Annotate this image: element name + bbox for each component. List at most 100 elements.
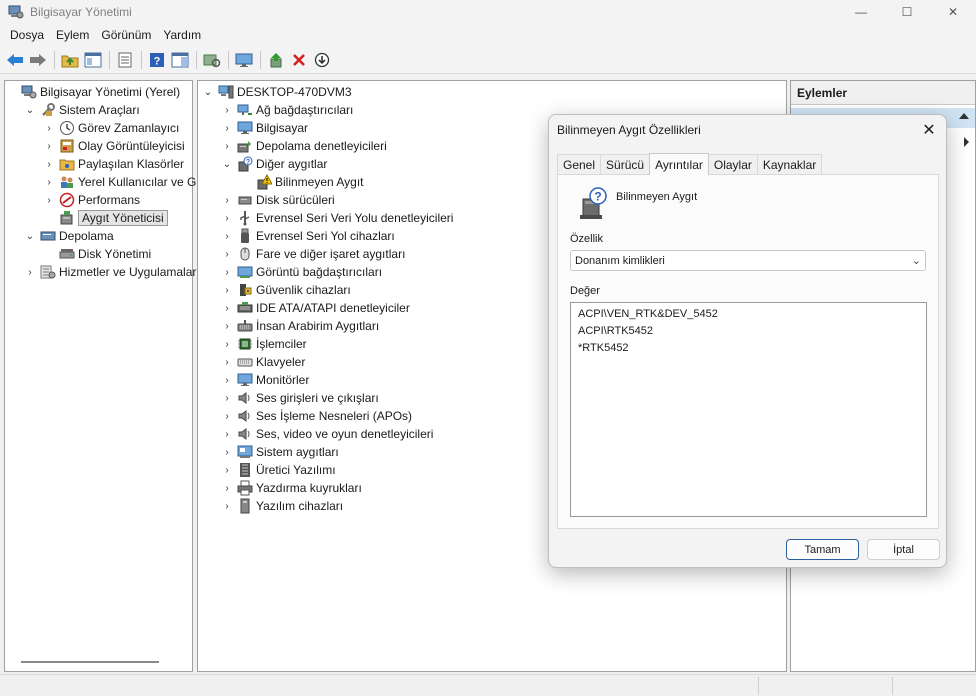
- expand-chevron-icon[interactable]: ›: [221, 428, 233, 440]
- display-button[interactable]: [233, 49, 255, 71]
- collapse-chevron-icon[interactable]: ⌄: [202, 86, 214, 98]
- device-tree-item[interactable]: › Bilgisayar: [221, 119, 308, 137]
- menu-file[interactable]: Dosya: [4, 28, 50, 42]
- device-tree-item[interactable]: › Klavyeler: [221, 353, 305, 371]
- collapse-chevron-icon[interactable]: ⌄: [24, 230, 36, 242]
- show-action-pane-button[interactable]: [169, 49, 191, 71]
- device-tree-item[interactable]: › Monitörler: [221, 371, 309, 389]
- dialog-close-button[interactable]: ✕: [920, 121, 938, 139]
- menu-view[interactable]: Görünüm: [95, 28, 157, 42]
- expand-chevron-icon[interactable]: ›: [221, 230, 233, 242]
- device-tree-item[interactable]: › Ses, video ve oyun denetleyicileri: [221, 425, 433, 443]
- expand-chevron-icon[interactable]: ›: [43, 158, 55, 170]
- device-tree-item[interactable]: › Yazdırma kuyrukları: [221, 479, 362, 497]
- forward-button[interactable]: [27, 49, 49, 71]
- device-tree-item[interactable]: › Yazılım cihazları: [221, 497, 343, 515]
- expand-chevron-icon[interactable]: ›: [221, 482, 233, 494]
- horizontal-scrollbar[interactable]: [21, 661, 159, 663]
- value-list-item[interactable]: ACPI\VEN_RTK&DEV_5452: [578, 306, 919, 323]
- collapse-chevron-icon[interactable]: ⌄: [221, 158, 233, 170]
- expand-chevron-icon[interactable]: ›: [43, 176, 55, 188]
- expand-chevron-icon[interactable]: ›: [43, 140, 55, 152]
- value-list-item[interactable]: *RTK5452: [578, 340, 919, 357]
- expand-chevron-icon[interactable]: ›: [221, 374, 233, 386]
- console-tree-item[interactable]: › Paylaşılan Klasörler: [43, 155, 184, 173]
- expand-chevron-icon[interactable]: ›: [43, 194, 55, 206]
- expand-chevron-icon[interactable]: ›: [24, 266, 36, 278]
- close-window-button[interactable]: ✕: [930, 0, 976, 24]
- property-dropdown[interactable]: Donanım kimlikleri ⌄: [570, 250, 926, 271]
- expand-chevron-icon[interactable]: ›: [221, 140, 233, 152]
- device-tree-item[interactable]: › Görüntü bağdaştırıcıları: [221, 263, 382, 281]
- disable-device-button[interactable]: [311, 49, 333, 71]
- device-tree-item[interactable]: › Ses girişleri ve çıkışları: [221, 389, 378, 407]
- menu-help[interactable]: Yardım: [157, 28, 207, 42]
- console-tree-pane[interactable]: Bilgisayar Yönetimi (Yerel) ⌄ Sistem Araçl…: [4, 80, 207, 672]
- expand-chevron-icon[interactable]: ›: [221, 410, 233, 422]
- device-tree-item[interactable]: › Fare ve diğer işaret aygıtları: [221, 245, 405, 263]
- device-tree-item[interactable]: › Ses İşleme Nesneleri (APOs): [221, 407, 412, 425]
- device-tree-item[interactable]: › İnsan Arabirim Aygıtları: [221, 317, 379, 335]
- expand-chevron-icon[interactable]: ›: [221, 446, 233, 458]
- ok-button[interactable]: Tamam: [786, 539, 859, 560]
- properties-button[interactable]: [114, 49, 136, 71]
- device-tree-item[interactable]: Bilinmeyen Aygıt: [240, 173, 364, 191]
- show-hide-tree-button[interactable]: [82, 49, 104, 71]
- expand-chevron-icon[interactable]: ›: [221, 212, 233, 224]
- expand-chevron-icon[interactable]: ›: [43, 122, 55, 134]
- collapse-up-icon[interactable]: [959, 113, 969, 119]
- expand-chevron-icon[interactable]: ›: [221, 338, 233, 350]
- up-one-level-button[interactable]: [59, 49, 81, 71]
- minimize-button[interactable]: —: [838, 0, 884, 24]
- collapse-chevron-icon[interactable]: ⌄: [24, 104, 36, 116]
- menu-action[interactable]: Eylem: [50, 28, 95, 42]
- expand-chevron-icon[interactable]: ›: [221, 500, 233, 512]
- console-tree-item[interactable]: › Olay Görüntüleyicisi: [43, 137, 184, 155]
- value-list-item[interactable]: ACPI\RTK5452: [578, 323, 919, 340]
- device-tree-item[interactable]: › IDE ATA/ATAPI denetleyiciler: [221, 299, 410, 317]
- more-actions-arrow-icon[interactable]: [964, 137, 969, 147]
- back-button[interactable]: [4, 49, 26, 71]
- tab-events[interactable]: Olaylar: [707, 154, 758, 175]
- expand-chevron-icon[interactable]: ›: [221, 248, 233, 260]
- device-tree-item[interactable]: › Evrensel Seri Veri Yolu denetleyicileri: [221, 209, 453, 227]
- value-list[interactable]: ACPI\VEN_RTK&DEV_5452 ACPI\RTK5452 *RTK5…: [570, 302, 927, 517]
- expand-chevron-icon[interactable]: ›: [221, 104, 233, 116]
- update-driver-button[interactable]: [265, 49, 287, 71]
- expand-chevron-icon[interactable]: ›: [221, 284, 233, 296]
- expand-chevron-icon[interactable]: ›: [221, 122, 233, 134]
- expand-chevron-icon[interactable]: ›: [221, 392, 233, 404]
- device-tree-item[interactable]: ⌄? Diğer aygıtlar: [221, 155, 327, 173]
- console-tree-item[interactable]: Disk Yönetimi: [43, 245, 151, 263]
- device-tree-item[interactable]: › Disk sürücüleri: [221, 191, 334, 209]
- console-tree-item[interactable]: ⌄ Sistem Araçları: [24, 101, 140, 119]
- tab-driver[interactable]: Sürücü: [600, 154, 651, 175]
- device-tree-item[interactable]: › Ağ bağdaştırıcıları: [221, 101, 353, 119]
- cancel-button[interactable]: İptal: [867, 539, 940, 560]
- device-tree-item[interactable]: › İşlemciler: [221, 335, 306, 353]
- device-tree-item[interactable]: › Güvenlik cihazları: [221, 281, 350, 299]
- console-tree-item[interactable]: ⌄ Depolama: [24, 227, 114, 245]
- tab-general[interactable]: Genel: [557, 154, 602, 175]
- device-tree-root[interactable]: ⌄ DESKTOP-470DVM3: [202, 83, 352, 101]
- expand-chevron-icon[interactable]: ›: [221, 194, 233, 206]
- scan-hardware-button[interactable]: [201, 49, 223, 71]
- tab-resources[interactable]: Kaynaklar: [756, 154, 823, 175]
- expand-chevron-icon[interactable]: ›: [221, 464, 233, 476]
- maximize-button[interactable]: ☐: [884, 0, 930, 24]
- console-tree-item[interactable]: Bilgisayar Yönetimi (Yerel): [5, 83, 180, 101]
- console-tree-item[interactable]: › Görev Zamanlayıcı: [43, 119, 179, 137]
- device-tree-item[interactable]: › Üretici Yazılımı: [221, 461, 336, 479]
- device-tree-item[interactable]: › Evrensel Seri Yol cihazları: [221, 227, 395, 245]
- console-tree-item[interactable]: › Performans: [43, 191, 140, 209]
- uninstall-device-button[interactable]: [288, 49, 310, 71]
- console-tree-item[interactable]: › Hizmetler ve Uygulamalar: [24, 263, 196, 281]
- console-tree-item[interactable]: Aygıt Yöneticisi: [43, 209, 168, 227]
- device-tree-item[interactable]: › Depolama denetleyicileri: [221, 137, 386, 155]
- expand-chevron-icon[interactable]: ›: [221, 320, 233, 332]
- help-button[interactable]: ?: [146, 49, 168, 71]
- expand-chevron-icon[interactable]: ›: [221, 302, 233, 314]
- expand-chevron-icon[interactable]: ›: [221, 266, 233, 278]
- expand-chevron-icon[interactable]: ›: [221, 356, 233, 368]
- tab-details[interactable]: Ayrıntılar: [649, 153, 709, 175]
